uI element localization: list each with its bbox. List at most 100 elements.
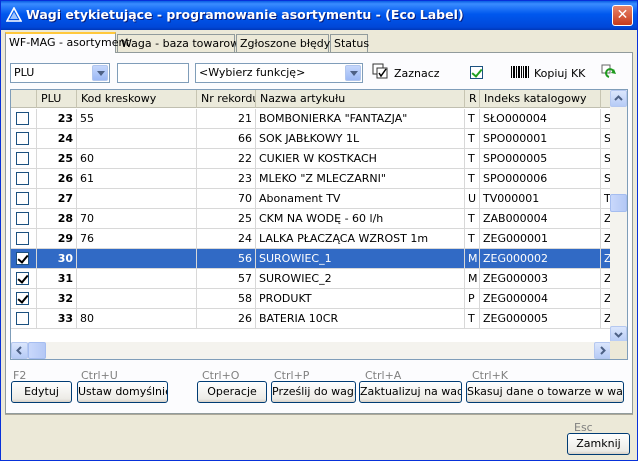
function-select[interactable]: <Wybierz funkcję> [195, 63, 363, 83]
table-row[interactable]: 23 55 21 BOMBONIERKA "FANTAZJA" T SŁO000004 S [11, 109, 613, 129]
tab-status[interactable]: Status [330, 34, 370, 52]
delete-product-data-button[interactable]: Skasuj dane o towarze w wadze [466, 381, 624, 403]
tab-zgloszone-bledy[interactable]: Zgłoszone błędy [236, 34, 330, 52]
scroll-left-button[interactable] [11, 342, 28, 359]
r-cell: T [465, 229, 480, 249]
record-cell: 58 [197, 289, 256, 309]
column-header-record[interactable]: Nr rekordu [197, 90, 256, 108]
barcode-cell: 61 [77, 169, 197, 189]
column-header-index[interactable]: Indeks katalogowy [480, 90, 601, 108]
barcode-cell: 55 [77, 109, 197, 129]
plu-cell: 23 [37, 109, 77, 129]
table-row[interactable]: 32 58 PRODUKT P ZEG000004 Z [11, 289, 613, 309]
record-cell: 66 [197, 129, 256, 149]
copy-kk-label[interactable]: Kopiuj KK [534, 67, 585, 80]
title-bar: Wagi etykietujące - programowanie asorty… [1, 1, 637, 30]
field-select[interactable]: PLU [10, 63, 110, 83]
plu-cell: 30 [37, 249, 77, 269]
name-cell: CUKIER W KOSTKACH [256, 149, 465, 169]
row-checkbox[interactable] [16, 192, 29, 205]
field-select-value: PLU [14, 66, 35, 79]
edit-button[interactable]: Edytuj [11, 381, 72, 403]
row-checkbox[interactable] [16, 172, 29, 185]
plu-cell: 26 [37, 169, 77, 189]
barcode-cell [77, 189, 197, 209]
scroll-corner [610, 341, 627, 359]
checkbox-column-header [11, 90, 37, 108]
row-checkbox[interactable] [16, 212, 29, 225]
chevron-down-icon [345, 65, 361, 81]
index-cell: SPO000006 [480, 169, 601, 189]
row-checkbox[interactable] [16, 252, 29, 265]
name-cell: MLEKO "Z MLECZARNI" [256, 169, 465, 189]
row-checkbox[interactable] [16, 152, 29, 165]
search-input[interactable] [117, 63, 189, 83]
table-row[interactable]: 29 76 24 LALKA PŁACZĄCA WZROST 1m T ZEG000001… [11, 229, 613, 249]
operations-button[interactable]: Operacje [197, 381, 267, 403]
row-checkbox[interactable] [16, 312, 29, 325]
triangle-app-icon [6, 7, 22, 22]
chevron-down-icon [614, 332, 623, 338]
column-header-plu[interactable]: PLU [37, 90, 77, 108]
index-cell: TV000001 [480, 189, 601, 209]
column-header-name[interactable]: Nazwa artykułu [256, 90, 465, 108]
index-cell: SŁO000004 [480, 109, 601, 129]
horizontal-scrollbar[interactable] [11, 342, 611, 359]
row-checkbox[interactable] [16, 272, 29, 285]
index-cell: ZEG000001 [480, 229, 601, 249]
barcode-cell: 80 [77, 309, 197, 329]
table-row[interactable]: 33 80 26 BATERIA 10CR T ZEG000005 Z [11, 309, 613, 329]
row-checkbox[interactable] [16, 232, 29, 245]
table-row[interactable]: 26 61 23 MLEKO "Z MLECZARNI" T SPO000006 S [11, 169, 613, 189]
vertical-scroll-thumb[interactable] [610, 194, 627, 212]
name-cell: SUROWIEC_2 [256, 269, 465, 289]
record-cell: 22 [197, 149, 256, 169]
select-all-label[interactable]: Zaznacz [394, 67, 440, 80]
checkboxes-icon[interactable] [372, 63, 389, 80]
send-to-scale-button[interactable]: Prześlij do wagi [271, 381, 356, 403]
row-checkbox[interactable] [16, 292, 29, 305]
name-cell: LALKA PŁACZĄCA WZROST 1m [256, 229, 465, 249]
table-row[interactable]: 31 57 SUROWIEC_2 M ZEG000003 Z [11, 269, 613, 289]
vertical-scrollbar[interactable] [610, 90, 627, 343]
row-checkbox[interactable] [16, 132, 29, 145]
plu-cell: 33 [37, 309, 77, 329]
table-row[interactable]: 24 66 SOK JABŁKOWY 1L T SPO000001 S [11, 129, 613, 149]
close-button[interactable]: Zamknij [567, 433, 630, 455]
column-header-barcode[interactable]: Kod kreskowy [77, 90, 197, 108]
chevron-up-icon [614, 95, 623, 101]
index-cell: ZAB000004 [480, 209, 601, 229]
row-checkbox[interactable] [16, 112, 29, 125]
scroll-up-button[interactable] [610, 90, 627, 107]
barcode-icon [511, 66, 529, 78]
tab-wf-mag-asortyment[interactable]: WF-MAG - asortyment [5, 32, 130, 53]
index-cell: ZEG000004 [480, 289, 601, 309]
assortment-grid[interactable]: PLU Kod kreskowy Nr rekordu Nazwa artyku… [10, 89, 628, 360]
index-cell: ZEG000003 [480, 269, 601, 289]
update-on-scale-button[interactable]: Zaktualizuj na wadze [359, 381, 462, 403]
chevron-left-icon [16, 346, 22, 355]
index-cell: ZEG000002 [480, 249, 601, 269]
table-row[interactable]: 28 70 25 CKM NA WODĘ - 60 l/h T ZAB000004 Z [11, 209, 613, 229]
scroll-right-button[interactable] [594, 342, 611, 359]
column-header-r[interactable]: R [465, 90, 480, 108]
r-cell: T [465, 129, 480, 149]
plu-cell: 28 [37, 209, 77, 229]
table-row[interactable]: 25 60 22 CUKIER W KOSTKACH T SPO000005 S [11, 149, 613, 169]
table-row[interactable]: 27 70 Abonament TV U TV000001 T [11, 189, 613, 209]
plu-cell: 24 [37, 129, 77, 149]
table-row[interactable]: 30 56 SUROWIEC_1 M ZEG000002 Z [11, 249, 613, 269]
horizontal-scroll-thumb[interactable] [28, 342, 46, 359]
close-window-button[interactable]: ✕ [612, 5, 633, 26]
plu-cell: 31 [37, 269, 77, 289]
name-cell: CKM NA WODĘ - 60 l/h [256, 209, 465, 229]
tab-label: Status [334, 37, 370, 50]
set-default-button[interactable]: Ustaw domyślnie [77, 381, 168, 403]
refresh-icon[interactable] [601, 64, 617, 80]
r-cell: T [465, 149, 480, 169]
copy-kk-checkbox[interactable] [470, 66, 483, 79]
barcode-cell: 70 [77, 209, 197, 229]
tab-waga-baza-towarowa[interactable]: Waga - baza towarowa [117, 34, 246, 52]
r-cell: T [465, 309, 480, 329]
chevron-right-icon [600, 346, 606, 355]
